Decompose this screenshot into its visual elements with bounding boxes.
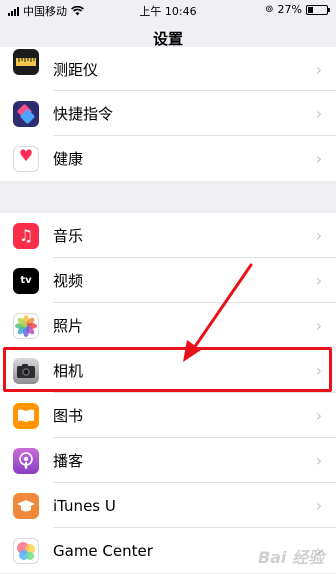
watermark: Bai 经验 [257, 548, 324, 567]
annotation-arrow [183, 263, 253, 362]
